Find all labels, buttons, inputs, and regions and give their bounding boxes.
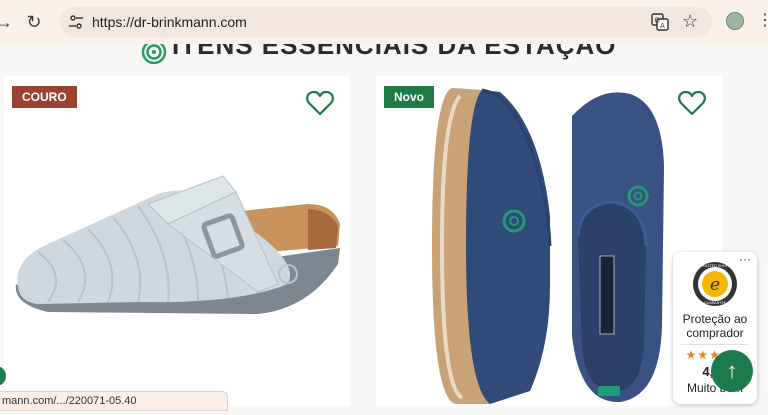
product-card[interactable]: Novo <box>376 76 722 406</box>
widget-divider <box>681 344 749 345</box>
forward-arrow-icon[interactable]: → <box>0 12 14 32</box>
bookmark-star-icon[interactable]: ☆ <box>682 11 698 32</box>
url-text[interactable]: https://dr-brinkmann.com <box>92 14 247 30</box>
product-card[interactable]: COURO <box>4 76 350 406</box>
scroll-to-top-button[interactable]: ↑ <box>711 350 753 392</box>
profile-avatar-icon[interactable] <box>726 12 744 30</box>
wishlist-heart-icon[interactable] <box>306 90 334 116</box>
wishlist-heart-icon[interactable] <box>678 90 706 116</box>
product-image-clog[interactable] <box>8 164 348 324</box>
page-content: ITENS ESSENCIAIS DA ESTAÇÃO COURO Novo ·… <box>0 44 768 415</box>
product-badge: Novo <box>384 86 434 108</box>
browser-toolbar: → ↻ https://dr-brinkmann.com G A ☆ ⋮ <box>0 0 768 44</box>
brand-swirl-icon <box>141 44 167 64</box>
buyer-protection-text: Proteção ao comprador <box>673 312 757 340</box>
address-bar[interactable]: https://dr-brinkmann.com G A ☆ <box>60 7 712 37</box>
arrow-up-icon: ↑ <box>726 358 738 383</box>
product-badge: COURO <box>12 86 77 108</box>
section-title: ITENS ESSENCIAIS DA ESTAÇÃO <box>172 44 617 60</box>
trusted-shops-seal-icon: e TRUSTED SHOPS GUARANTEE <box>693 262 737 306</box>
reload-icon[interactable]: ↻ <box>24 12 44 32</box>
site-settings-icon[interactable] <box>68 14 84 30</box>
buyer-protection-line1: Proteção ao <box>682 312 748 326</box>
seal-bottom-text: GUARANTEE <box>704 301 727 305</box>
product-image-slippers[interactable] <box>430 86 670 408</box>
link-status-bar: mann.com/.../220071-05.40 <box>0 391 228 411</box>
widget-options-icon[interactable]: ··· <box>739 252 751 266</box>
seal-letter: e <box>710 275 720 295</box>
svg-text:A: A <box>660 22 665 30</box>
translate-icon[interactable]: G A <box>651 13 669 31</box>
menu-more-icon[interactable]: ⋮ <box>757 10 768 30</box>
seal-top-text: TRUSTED SHOPS <box>699 264 731 268</box>
buyer-protection-line2: comprador <box>686 326 744 340</box>
